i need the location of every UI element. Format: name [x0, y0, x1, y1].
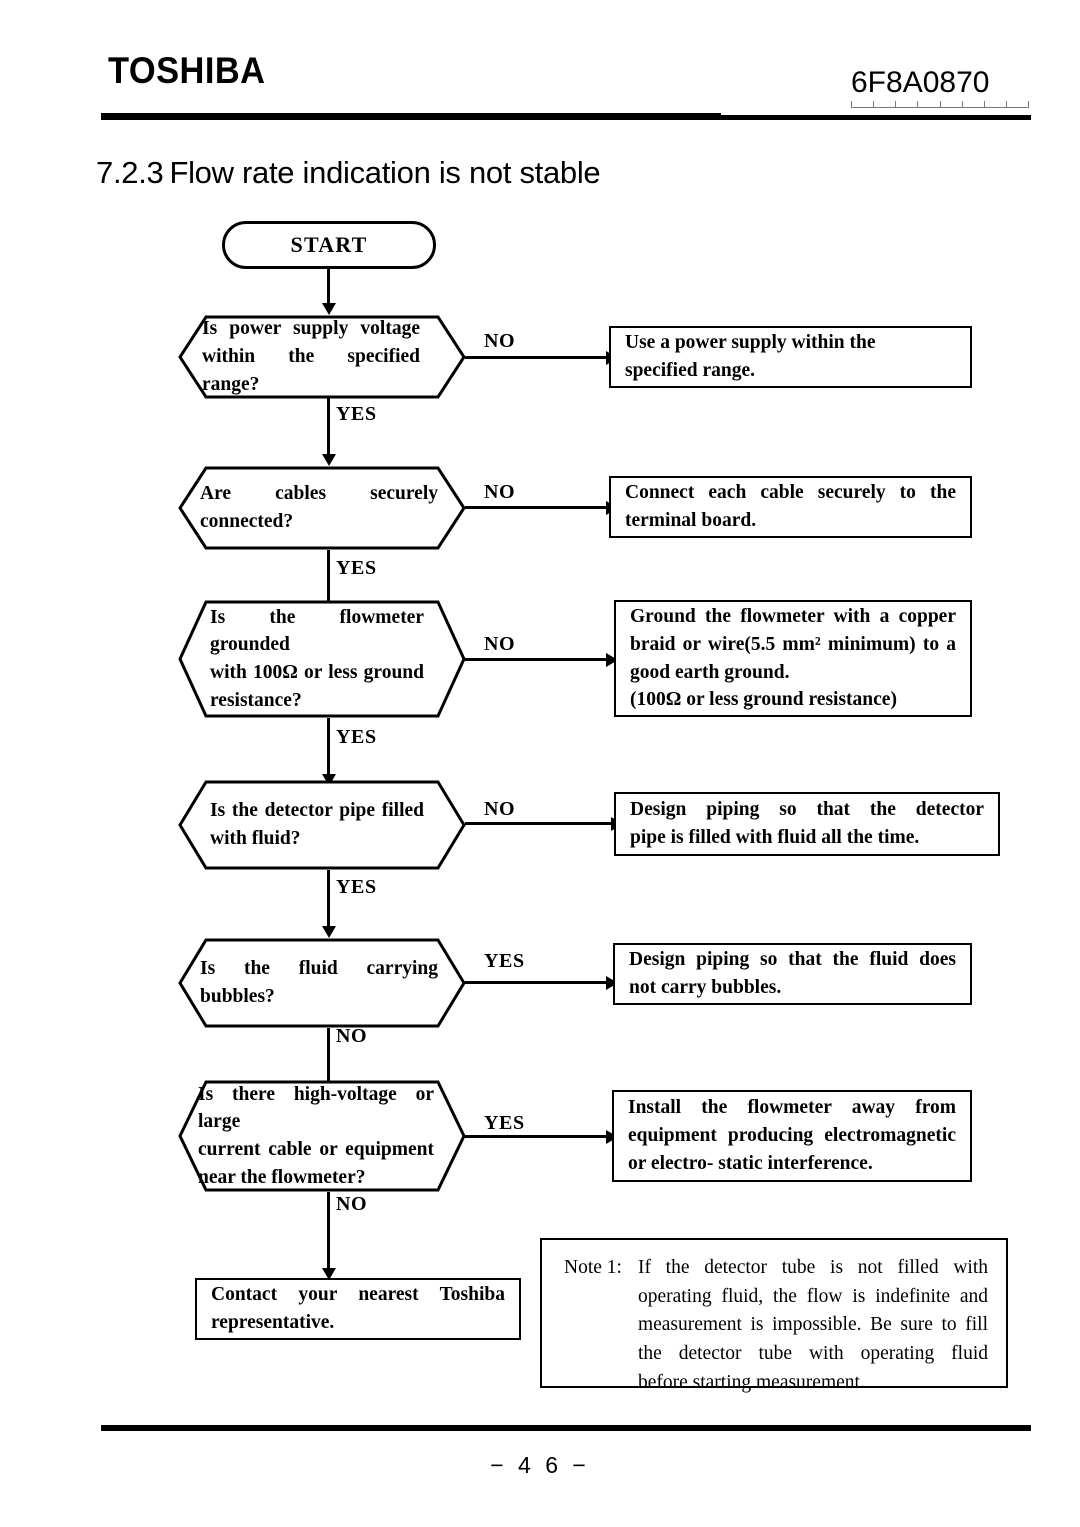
- arrowhead-d4-yes: [322, 926, 336, 938]
- action-line: Design piping so that the detector: [630, 799, 984, 821]
- decision-text: Is power supply voltage within the speci…: [202, 315, 420, 399]
- decision-flowmeter-grounded: Is the flowmeter grounded with 100Ω or l…: [178, 600, 466, 718]
- connector-d5-no: [327, 1028, 330, 1086]
- action-line: specified range.: [625, 360, 755, 381]
- decision-line: near the flowmeter?: [198, 1166, 366, 1188]
- note-box: Note 1: If the detector tube is not fill…: [540, 1238, 1008, 1393]
- decision-line: Are cables securely connected?: [200, 483, 438, 532]
- note-body: If the detector tube is not filled with …: [638, 1254, 988, 1397]
- decision-line: Is the fluid carrying bubbles?: [200, 958, 438, 1007]
- branch-label-d3-no: NO: [484, 633, 516, 655]
- action-line: not carry bubbles.: [629, 977, 782, 998]
- action-line: Install the flowmeter away from: [628, 1097, 956, 1119]
- note-line: before starting measurement.: [637, 1371, 865, 1393]
- note-line: operating fluid, the flow is indefinite …: [637, 1285, 988, 1307]
- decision-detector-pipe-filled: Is the detector pipe filled with fluid?: [178, 780, 466, 870]
- decision-power-supply-voltage: Is power supply voltage within the speci…: [178, 315, 466, 399]
- action-connect-cables: Connect each cable securely to the termi…: [609, 476, 972, 538]
- connector-d1-yes: [327, 398, 330, 456]
- connector-d6-yes: [465, 1135, 609, 1138]
- document-number-text: 6F8A0870: [851, 66, 990, 99]
- action-line: equipment producing electromagnetic: [628, 1125, 956, 1147]
- branch-label-d4-no: NO: [484, 798, 516, 820]
- branch-label-d5-no: NO: [336, 1025, 368, 1047]
- decision-line: within the specified range?: [202, 346, 420, 395]
- flow-start-node: START: [222, 221, 436, 269]
- connector-d4-yes: [327, 870, 330, 928]
- page-title: 7.2.3 Flow rate indication is not stable: [96, 155, 601, 191]
- action-line: Design piping so that the fluid does: [629, 949, 956, 971]
- connector-d3-no: [465, 658, 609, 661]
- document-page: TOSHIBA 6F8A0870 7.2.3 Flow rate indicati…: [0, 0, 1080, 1527]
- document-number: 6F8A0870: [851, 66, 1029, 108]
- note-line: measurement is impossible. Be sure to fi…: [637, 1314, 988, 1336]
- header-rule-secondary: [721, 115, 1031, 120]
- form-field-ticks: [851, 101, 1029, 108]
- action-line: braid or wire(5.5 mm² minimum) to a: [630, 633, 956, 655]
- decision-line: Is there high-voltage or large: [198, 1083, 434, 1133]
- branch-label-d2-no: NO: [484, 481, 516, 503]
- header-rule: [101, 113, 721, 120]
- note-line: If the detector tube is not filled with: [637, 1257, 988, 1278]
- branch-label-d2-yes: YES: [336, 557, 377, 579]
- branch-label-d1-no: NO: [484, 330, 516, 352]
- action-line: representative.: [211, 1312, 335, 1333]
- connector-d4-no: [465, 822, 614, 825]
- connector-d2-no: [465, 506, 609, 509]
- connector-d1-no: [465, 356, 609, 359]
- branch-label-d6-no: NO: [336, 1193, 368, 1215]
- action-line: or electro- static interference.: [628, 1152, 873, 1174]
- action-line: good earth ground.: [630, 661, 790, 683]
- branch-label-d5-yes: YES: [484, 950, 525, 972]
- decision-fluid-carrying-bubbles: Is the fluid carrying bubbles?: [178, 938, 466, 1028]
- connector-d6-no: [327, 1192, 330, 1270]
- action-line: (100Ω or less ground resistance): [630, 689, 897, 711]
- action-line: Use a power supply within the: [625, 332, 876, 354]
- decision-text: Is there high-voltage or large current c…: [198, 1080, 434, 1192]
- flow-start-label: START: [290, 232, 368, 257]
- decision-text: Are cables securely connected?: [200, 466, 438, 550]
- arrowhead-start-to-d1: [322, 303, 336, 315]
- action-line: pipe is filled with fluid all the time.: [630, 827, 920, 848]
- decision-cables-connected: Are cables securely connected?: [178, 466, 466, 550]
- toshiba-logo: TOSHIBA: [108, 50, 266, 91]
- action-line: terminal board.: [625, 510, 757, 531]
- arrowhead-d1-yes: [322, 454, 336, 466]
- decision-line: Is power supply voltage: [202, 318, 420, 340]
- connector-d5-yes: [465, 981, 609, 984]
- action-line: Contact your nearest Toshiba: [211, 1284, 505, 1306]
- decision-line: with fluid?: [210, 828, 301, 849]
- decision-line: current cable or equipment: [198, 1139, 434, 1160]
- decision-line: resistance?: [210, 689, 302, 711]
- action-line: Connect each cable securely to the: [625, 482, 956, 504]
- decision-high-voltage-nearby: Is there high-voltage or large current c…: [178, 1080, 466, 1192]
- connector-d3-yes: [327, 718, 330, 776]
- connector-start-to-d1: [327, 269, 330, 304]
- footer-rule: [101, 1425, 1031, 1431]
- action-design-piping-filled: Design piping so that the detector pipe …: [614, 792, 1000, 856]
- action-use-power-supply: Use a power supply within the specified …: [609, 326, 972, 388]
- action-contact-toshiba: Contact your nearest Toshiba representat…: [195, 1278, 521, 1340]
- decision-line: Is the flowmeter grounded: [210, 606, 424, 656]
- note-line: the detector tube with operating fluid: [637, 1342, 988, 1364]
- branch-label-d3-yes: YES: [336, 726, 377, 748]
- action-design-piping-bubbles: Design piping so that the fluid does not…: [613, 943, 972, 1005]
- action-install-away: Install the flowmeter away from equipmen…: [612, 1090, 972, 1182]
- branch-label-d1-yes: YES: [336, 403, 377, 425]
- note-label: Note 1:: [564, 1257, 622, 1278]
- decision-text: Is the fluid carrying bubbles?: [200, 938, 438, 1028]
- decision-text: Is the detector pipe filled with fluid?: [210, 780, 424, 870]
- page-number: − 4 6 −: [490, 1452, 590, 1478]
- action-line: Ground the flowmeter with a copper: [630, 606, 956, 628]
- action-ground-flowmeter: Ground the flowmeter with a copper braid…: [614, 600, 972, 717]
- decision-line: Is the detector pipe filled: [210, 800, 424, 822]
- section-title-text: Flow rate indication is not stable: [169, 155, 601, 190]
- section-number: 7.2.3: [96, 155, 164, 190]
- branch-label-d4-yes: YES: [336, 876, 377, 898]
- branch-label-d6-yes: YES: [484, 1112, 525, 1134]
- decision-line: with 100Ω or less ground: [210, 662, 424, 683]
- decision-text: Is the flowmeter grounded with 100Ω or l…: [210, 600, 424, 718]
